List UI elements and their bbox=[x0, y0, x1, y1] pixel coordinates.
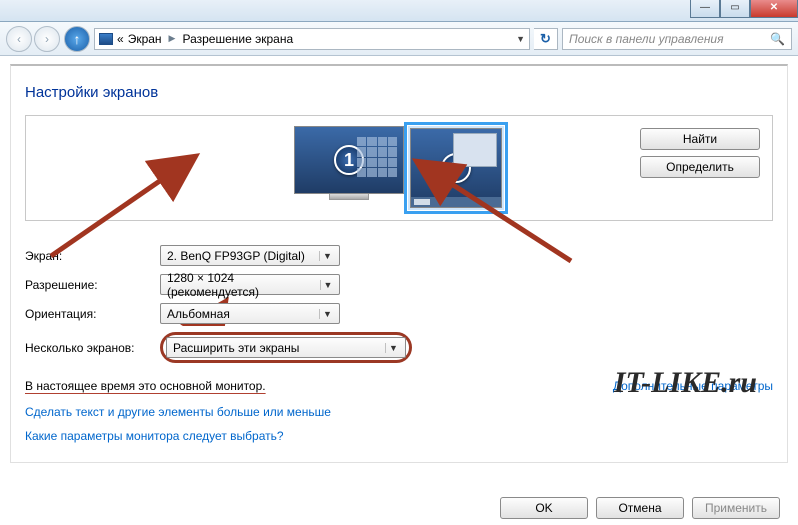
breadcrumb-item[interactable]: Разрешение экрана bbox=[182, 32, 293, 46]
highlight-ring: Расширить эти экраны ▼ bbox=[160, 332, 412, 363]
combo-multi[interactable]: Расширить эти экраны ▼ bbox=[166, 337, 406, 358]
main-content: Настройки экранов 1 bbox=[0, 56, 798, 525]
monitor-arrangement-area[interactable]: 1 2 Найти Определить bbox=[25, 115, 773, 221]
row-multi: Несколько экранов: Расширить эти экраны … bbox=[25, 332, 773, 363]
combo-orientation[interactable]: Альбомная ▼ bbox=[160, 303, 340, 324]
navigation-bar: ‹ › ↑ « Экран ▶ Разрешение экрана ▼ ↻ По… bbox=[0, 22, 798, 56]
chevron-down-icon: ▼ bbox=[320, 280, 335, 290]
detect-button[interactable]: Определить bbox=[640, 156, 760, 178]
window-controls: — ▭ ✕ bbox=[690, 0, 798, 18]
address-dropdown-icon[interactable]: ▼ bbox=[516, 34, 525, 44]
address-bar[interactable]: « Экран ▶ Разрешение экрана ▼ bbox=[94, 28, 530, 50]
window-titlebar: — ▭ ✕ bbox=[0, 0, 798, 22]
label-orientation: Ориентация: bbox=[25, 307, 160, 321]
label-screen: Экран: bbox=[25, 249, 160, 263]
page-title: Настройки экранов bbox=[25, 84, 773, 101]
search-placeholder: Поиск в панели управления bbox=[569, 32, 724, 46]
combo-resolution[interactable]: 1280 × 1024 (рекомендуется) ▼ bbox=[160, 274, 340, 295]
dialog-buttons: OK Отмена Применить bbox=[500, 497, 780, 519]
monitor-side-buttons: Найти Определить bbox=[640, 128, 760, 178]
chevron-down-icon: ▼ bbox=[385, 343, 401, 353]
monitor-icons: 1 2 bbox=[294, 126, 504, 210]
combo-screen-value: 2. BenQ FP93GP (Digital) bbox=[167, 249, 305, 263]
monitor-1-pattern bbox=[357, 137, 397, 177]
monitor-1[interactable]: 1 bbox=[294, 126, 404, 210]
combo-orientation-value: Альбомная bbox=[167, 307, 230, 321]
row-resolution: Разрешение: 1280 × 1024 (рекомендуется) … bbox=[25, 274, 773, 295]
forward-button[interactable]: › bbox=[34, 26, 60, 52]
apply-button[interactable]: Применить bbox=[692, 497, 780, 519]
ok-button[interactable]: OK bbox=[500, 497, 588, 519]
chevron-down-icon: ▼ bbox=[319, 251, 335, 261]
primary-monitor-status: В настоящее время это основной монитор. bbox=[25, 379, 266, 393]
label-resolution: Разрешение: bbox=[25, 278, 160, 292]
combo-screen[interactable]: 2. BenQ FP93GP (Digital) ▼ bbox=[160, 245, 340, 266]
find-button[interactable]: Найти bbox=[640, 128, 760, 150]
row-orientation: Ориентация: Альбомная ▼ bbox=[25, 303, 773, 324]
breadcrumb-item[interactable]: Экран bbox=[128, 32, 162, 46]
maximize-button[interactable]: ▭ bbox=[720, 0, 750, 18]
monitor-2[interactable]: 2 bbox=[408, 126, 504, 210]
close-button[interactable]: ✕ bbox=[750, 0, 798, 18]
breadcrumb-prefix: « bbox=[117, 32, 124, 46]
monitor-2-window-icon bbox=[453, 133, 497, 167]
control-panel-icon bbox=[99, 33, 113, 45]
up-button[interactable]: ↑ bbox=[64, 26, 90, 52]
which-monitor-link[interactable]: Какие параметры монитора следует выбрать… bbox=[25, 429, 773, 443]
search-icon: 🔍 bbox=[770, 32, 785, 46]
refresh-button[interactable]: ↻ bbox=[534, 28, 558, 50]
nav-history-buttons: ‹ › bbox=[6, 26, 60, 52]
content-panel: Настройки экранов 1 bbox=[10, 64, 788, 463]
back-button[interactable]: ‹ bbox=[6, 26, 32, 52]
chevron-right-icon: ▶ bbox=[166, 33, 179, 44]
combo-multi-value: Расширить эти экраны bbox=[173, 341, 299, 355]
monitor-1-stand bbox=[329, 194, 369, 200]
cancel-button[interactable]: Отмена bbox=[596, 497, 684, 519]
minimize-button[interactable]: — bbox=[690, 0, 720, 18]
label-multi: Несколько экранов: bbox=[25, 341, 160, 355]
combo-resolution-value: 1280 × 1024 (рекомендуется) bbox=[167, 271, 320, 299]
monitor-2-taskbar-icon bbox=[411, 197, 501, 207]
text-size-link[interactable]: Сделать текст и другие элементы больше и… bbox=[25, 405, 773, 419]
search-input[interactable]: Поиск в панели управления 🔍 bbox=[562, 28, 792, 50]
chevron-down-icon: ▼ bbox=[319, 309, 335, 319]
row-screen: Экран: 2. BenQ FP93GP (Digital) ▼ bbox=[25, 245, 773, 266]
watermark-text: IT-LIKE.ru bbox=[614, 366, 757, 400]
